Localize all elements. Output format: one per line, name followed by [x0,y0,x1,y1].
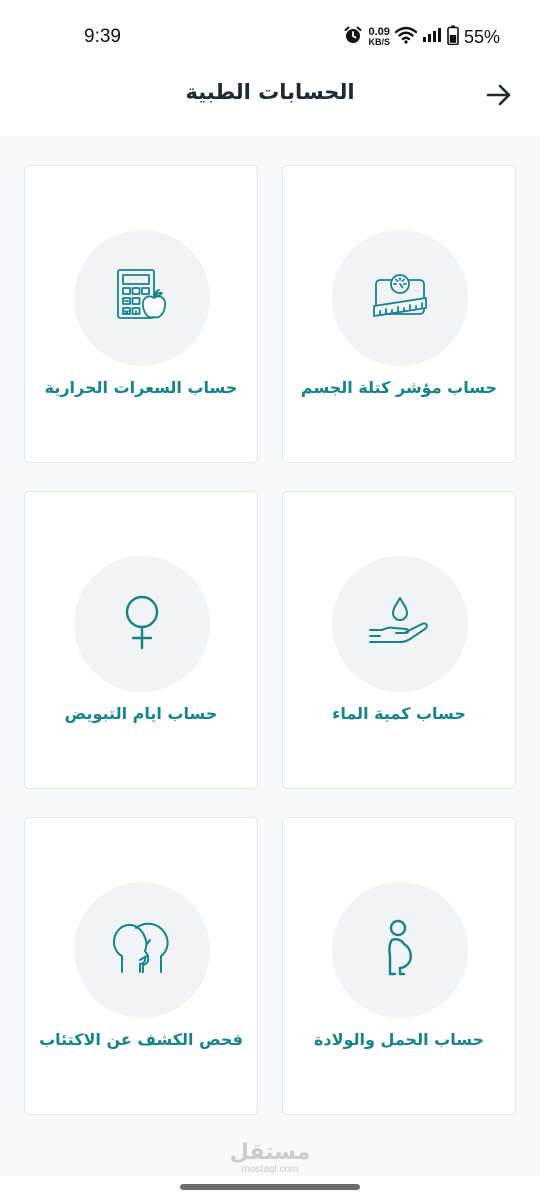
water-drop-hand-icon [368,594,432,654]
signal-icon [422,27,442,47]
card-ovulation[interactable]: حساب ايام التبويض [24,491,258,789]
card-label: حساب ايام التبويض [64,704,218,723]
icon-circle [332,556,468,692]
watermark-logo: مستقل mostaql.com [228,1142,312,1176]
scale-tape-icon [372,268,428,328]
alarm-icon [343,25,363,49]
system-nav-bar [0,1176,540,1200]
icon-circle [332,230,468,366]
net-speed: 0.09 KB/S [368,27,390,47]
card-water[interactable]: حساب كمية الماء [282,491,516,789]
icon-circle [74,230,210,366]
wifi-icon [394,26,418,48]
arrow-right-icon [486,84,512,110]
icon-circle [74,556,210,692]
battery-percent: 55% [463,26,500,47]
card-label: حساب مؤشر كتلة الجسم [300,378,498,397]
net-speed-unit: KB/S [368,37,390,47]
card-calories[interactable]: حساب السعرات الحرارية [24,165,258,463]
female-symbol-icon [118,592,166,656]
calculator-apple-icon [114,268,170,328]
card-label: حساب الحمل والولادة [313,1030,485,1049]
pregnant-woman-icon [378,918,422,982]
page-title: الحسابات الطبية [185,80,355,104]
battery-icon [447,25,459,49]
card-depression[interactable]: فحص الكشف عن الاكتئاب [24,817,258,1115]
card-label: حساب السعرات الحرارية [44,378,238,397]
back-button[interactable] [484,82,514,112]
app-header: الحسابات الطبية [0,70,540,136]
status-bar: 9:39 0.09 KB/S 55% [0,0,540,70]
two-heads-icon [110,920,174,980]
card-bmi[interactable]: حساب مؤشر كتلة الجسم [282,165,516,463]
icon-circle [74,882,210,1018]
watermark-subtext: mostaql.com [241,1164,299,1175]
card-label: حساب كمية الماء [332,704,466,723]
watermark-text: مستقل [229,1140,311,1165]
status-time: 9:39 [84,26,121,47]
icon-circle [332,882,468,1018]
card-pregnancy[interactable]: حساب الحمل والولادة [282,817,516,1115]
card-label: فحص الكشف عن الاكتئاب [39,1030,243,1049]
home-indicator[interactable] [180,1184,360,1190]
status-icons: 0.09 KB/S 55% [343,24,500,50]
